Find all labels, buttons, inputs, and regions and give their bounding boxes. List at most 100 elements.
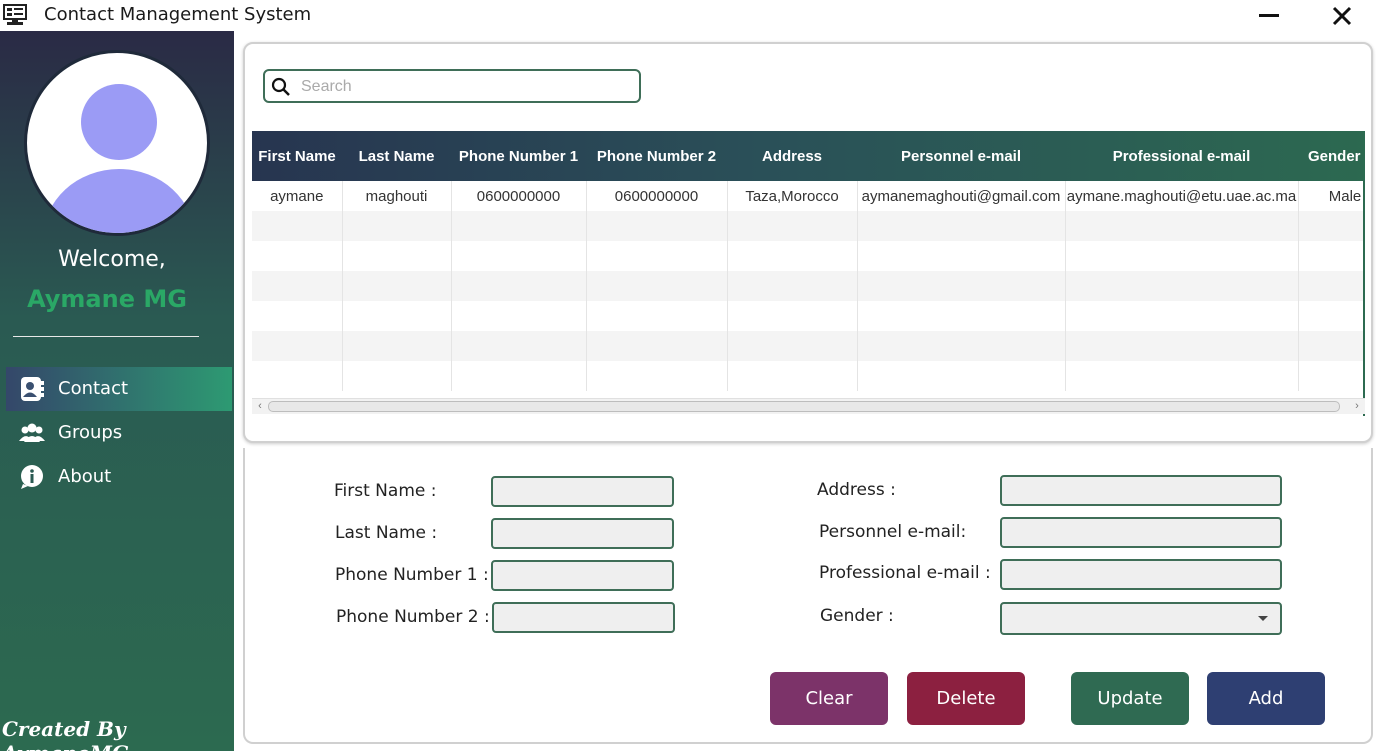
sidebar: Welcome, Aymane MG Contact Groups About … [0,31,234,751]
table-cell [252,241,343,271]
table-header-row: First Name Last Name Phone Number 1 Phon… [252,131,1363,181]
table-cell [1065,271,1299,301]
table-row[interactable] [252,301,1363,331]
horizontal-scrollbar[interactable]: ‹ › [252,398,1365,414]
column-header[interactable]: Last Name [342,131,451,181]
scroll-left-arrow-icon[interactable]: ‹ [254,400,266,412]
table-cell [252,271,343,301]
table-cell [451,361,587,391]
table-cell [451,301,587,331]
username-label: Aymane MG [27,285,187,313]
scroll-right-arrow-icon[interactable]: › [1351,400,1363,412]
info-icon [18,464,46,490]
table-cell [451,331,587,361]
phone-number-2-field[interactable] [492,602,675,633]
table-row[interactable]: aymane maghouti 0600000000 0600000000 Taza,M… [252,181,1363,211]
delete-button[interactable]: Delete [907,672,1025,725]
table-cell [727,271,858,301]
table-cell [857,241,1066,271]
column-header[interactable]: Phone Number 2 [586,131,727,181]
phone-number-1-field[interactable] [491,560,674,591]
phone-number-2-label: Phone Number 2 : [336,607,490,627]
table-cell [1065,211,1299,241]
table-cell [857,361,1066,391]
address-field[interactable] [1000,475,1282,506]
table-row[interactable] [252,271,1363,301]
scrollbar-thumb[interactable] [268,401,1340,412]
table-row[interactable] [252,241,1363,271]
column-header[interactable]: First Name [252,131,342,181]
table-cell: maghouti [342,181,452,211]
sidebar-item-label: Contact [58,378,129,399]
table-cell [727,301,858,331]
window-title: Contact Management System [44,4,312,25]
table-body: aymane maghouti 0600000000 0600000000 Taza,M… [252,181,1363,391]
table-cell [1065,331,1299,361]
table-row[interactable] [252,331,1363,361]
minimize-button[interactable] [1256,3,1282,29]
avatar [24,50,210,236]
table-cell [451,211,587,241]
contacts-table-container: First Name Last Name Phone Number 1 Phon… [252,131,1365,416]
update-button[interactable]: Update [1071,672,1189,725]
table-cell [1298,241,1363,271]
table-row[interactable] [252,211,1363,241]
sidebar-item-label: About [58,466,112,487]
search-input[interactable] [301,76,631,98]
table-cell: Male [1298,181,1363,211]
sidebar-item-about[interactable]: About [6,455,232,499]
contacts-table: First Name Last Name Phone Number 1 Phon… [252,131,1363,391]
table-cell [586,361,728,391]
table-cell [1298,361,1363,391]
table-cell [1298,211,1363,241]
table-cell [342,331,452,361]
table-cell [857,331,1066,361]
add-button[interactable]: Add [1207,672,1325,725]
gender-label: Gender : [820,606,894,626]
sidebar-divider [13,336,199,337]
column-header[interactable]: Address [727,131,857,181]
column-header[interactable]: Professional e-mail [1065,131,1298,181]
table-cell [252,331,343,361]
contact-form-panel: First Name : Last Name : Phone Number 1 … [243,448,1373,744]
column-header[interactable]: Personnel e-mail [857,131,1065,181]
table-cell: aymane.maghouti@etu.uae.ac.ma [1065,181,1299,211]
sidebar-item-groups[interactable]: Groups [6,411,232,455]
close-button[interactable] [1329,3,1355,29]
professional-email-field[interactable] [1000,559,1282,590]
table-cell [586,241,728,271]
table-cell [1065,301,1299,331]
table-cell [586,271,728,301]
users-icon [18,420,46,446]
gender-select[interactable] [1000,602,1282,635]
welcome-text: Welcome, [58,247,166,272]
footer-credit: Created By AymaneMG [2,717,129,751]
table-cell [857,271,1066,301]
column-header[interactable]: Gender [1298,131,1363,181]
table-cell [342,271,452,301]
table-cell [586,301,728,331]
last-name-field[interactable] [491,518,674,549]
table-cell [252,211,343,241]
first-name-label: First Name : [334,481,437,501]
first-name-field[interactable] [491,476,674,507]
column-header[interactable]: Phone Number 1 [451,131,586,181]
app-logo-icon [3,3,27,27]
search-icon [271,77,291,97]
clear-button[interactable]: Clear [770,672,888,725]
table-cell [1298,271,1363,301]
phone-number-1-label: Phone Number 1 : [335,565,489,585]
table-cell: Taza,Morocco [727,181,858,211]
table-cell [727,361,858,391]
table-cell [252,301,343,331]
table-cell [252,361,343,391]
sidebar-item-contact[interactable]: Contact [6,367,232,411]
table-cell [451,241,587,271]
professional-email-label: Professional e-mail : [819,563,991,583]
table-cell [342,241,452,271]
table-cell [1298,301,1363,331]
personnel-email-field[interactable] [1000,517,1282,548]
table-cell [727,241,858,271]
table-row[interactable] [252,361,1363,391]
search-box[interactable] [263,69,641,103]
